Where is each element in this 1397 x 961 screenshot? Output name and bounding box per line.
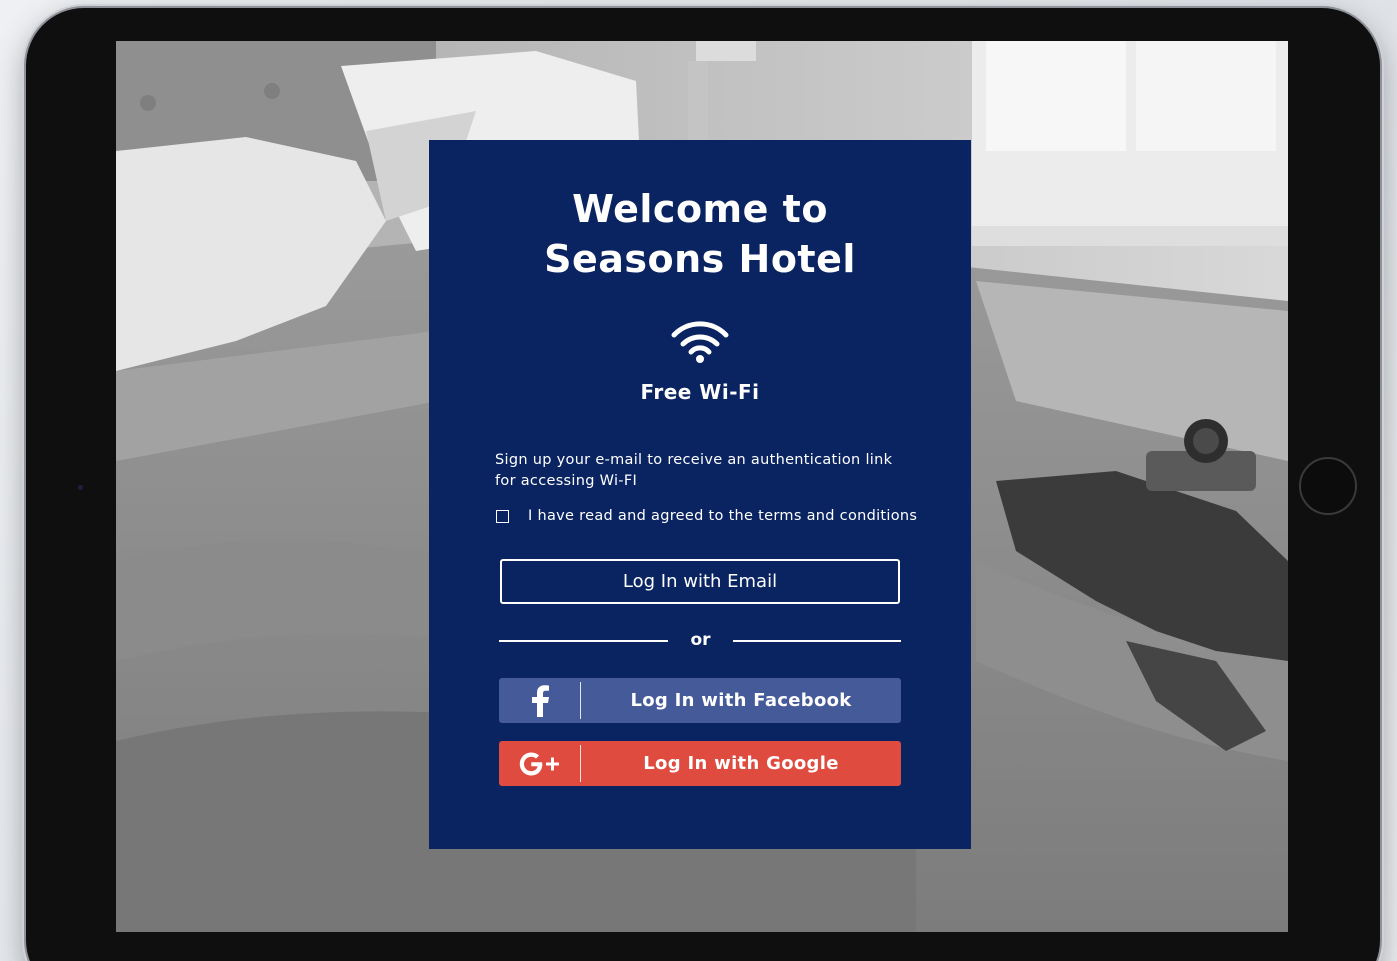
- welcome-line-2: Seasons Hotel: [544, 237, 856, 281]
- terms-label: I have read and agreed to the terms and …: [528, 508, 918, 524]
- terms-checkbox[interactable]: [496, 509, 509, 523]
- login-card: Welcome to Seasons Hotel Free Wi-Fi Sign…: [429, 140, 971, 849]
- login-google-button[interactable]: Log In with Google: [499, 741, 901, 786]
- free-wifi-label: Free Wi-Fi: [640, 380, 760, 404]
- facebook-button-label: Log In with Facebook: [630, 690, 852, 711]
- or-separator: or: [499, 628, 901, 652]
- login-facebook-button[interactable]: Log In with Facebook: [499, 678, 901, 723]
- separator-line-right: [733, 640, 901, 642]
- facebook-icon: [499, 678, 580, 723]
- login-email-button[interactable]: Log In with Email: [500, 559, 900, 604]
- presentation-stage: Welcome to Seasons Hotel Free Wi-Fi Sign…: [0, 0, 1397, 961]
- google-plus-icon: [499, 741, 580, 786]
- home-button[interactable]: [1299, 457, 1357, 515]
- welcome-heading: Welcome to Seasons Hotel: [429, 184, 971, 284]
- separator-line-left: [499, 640, 668, 642]
- wifi-icon: [671, 321, 729, 363]
- camera-dot: [78, 485, 83, 490]
- welcome-line-1: Welcome to: [572, 187, 828, 231]
- terms-row: I have read and agreed to the terms and …: [495, 506, 935, 526]
- signup-instructions: Sign up your e-mail to receive an authen…: [495, 452, 893, 489]
- or-text: or: [690, 630, 711, 650]
- google-button-label: Log In with Google: [643, 753, 839, 774]
- tablet-screen: Welcome to Seasons Hotel Free Wi-Fi Sign…: [116, 41, 1288, 932]
